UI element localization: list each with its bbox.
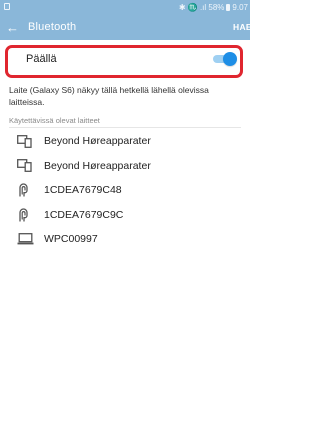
hearing-aid-icon (17, 182, 44, 198)
sim-icon (0, 2, 16, 12)
device-name: 1CDEA7679C9C (44, 208, 124, 221)
scan-button[interactable]: HAE (233, 22, 250, 32)
laptop-icon (17, 231, 44, 247)
battery-icon (226, 3, 231, 11)
bluetooth-switch-knob[interactable] (223, 52, 237, 66)
status-bar: ✱ ♏ .ıl 58% 9.07 (0, 0, 250, 14)
device-item[interactable]: WPC00997 (0, 227, 250, 252)
page-title: Bluetooth (28, 21, 77, 33)
device-name: Beyond Høreapparater (44, 135, 151, 148)
section-title: Käytettävissä olevat laitteet (9, 116, 100, 125)
device-name: Beyond Høreapparater (44, 159, 151, 172)
device-name: WPC00997 (44, 233, 98, 246)
status-time: 9.07 (232, 2, 248, 12)
device-item[interactable]: 1CDEA7679C9C (0, 203, 250, 228)
device-name: 1CDEA7679C48 (44, 184, 122, 197)
visibility-info: Laite (Galaxy S6) näkyy tällä hetkellä l… (9, 85, 209, 107)
device-item[interactable]: Beyond Høreapparater (0, 129, 250, 154)
device-list: Beyond Høreapparater Beyond Høreapparate… (0, 129, 250, 252)
device-item[interactable]: 1CDEA7679C48 (0, 178, 250, 203)
device-item[interactable]: Beyond Høreapparater (0, 154, 250, 179)
arrow-left-icon[interactable]: ← (0, 21, 28, 34)
dual-device-icon (17, 133, 44, 149)
status-indicators: ✱ ♏ .ıl 58% (178, 2, 225, 12)
app-bar: ← Bluetooth HAE (0, 14, 250, 40)
dual-device-icon (17, 158, 44, 174)
section-divider (9, 127, 241, 128)
toggle-label: Päällä (26, 53, 57, 65)
hearing-aid-icon (17, 207, 44, 223)
